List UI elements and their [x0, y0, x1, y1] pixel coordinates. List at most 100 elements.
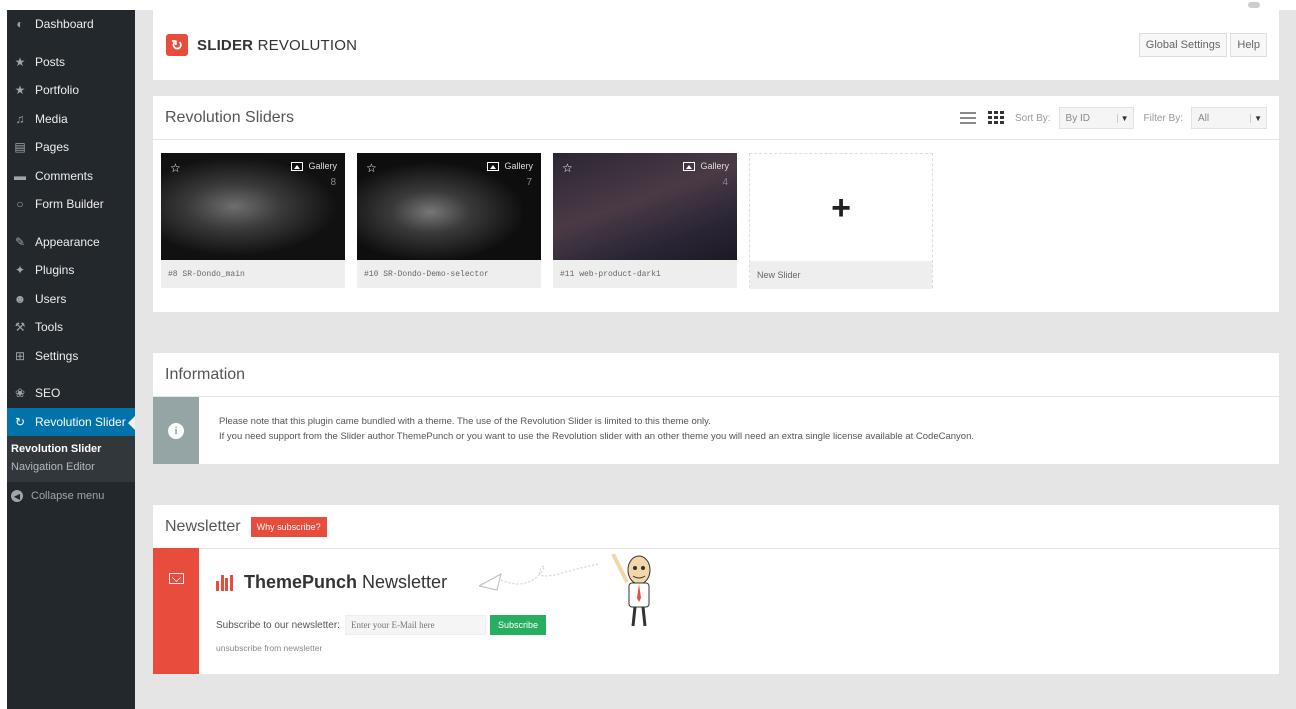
filter-by-value: All — [1198, 112, 1210, 124]
information-panel: Information i Please note that this plug… — [153, 353, 1279, 464]
why-subscribe-button[interactable]: Why subscribe? — [250, 516, 327, 537]
form-icon: ○ — [16, 197, 24, 212]
pin-icon: ★ — [14, 83, 26, 98]
slider-title: #10 SR-Dondo-Demo-selector — [364, 269, 489, 279]
gallery-type: Gallery — [487, 161, 533, 171]
sidebar-item-tools[interactable]: ⚒ Tools — [7, 313, 135, 342]
sidebar-item-plugins[interactable]: ✦ Plugins — [7, 256, 135, 285]
sidebar-item-label: Tools — [35, 320, 64, 335]
slider-card[interactable]: ☆ Gallery 7 #10 SR-Dondo-Demo-selector — [357, 153, 541, 288]
sidebar-item-seo[interactable]: ❀ SEO — [7, 379, 135, 408]
new-slider-label: New Slider — [750, 261, 932, 289]
slider-thumbnail: ☆ Gallery 8 — [161, 153, 345, 260]
sidebar-item-appearance[interactable]: ✎ Appearance — [7, 228, 135, 257]
subscribe-label: Subscribe to our newsletter: — [216, 619, 340, 631]
sidebar-item-label: Pages — [35, 140, 70, 155]
settings-icon: ⊞ — [14, 348, 26, 363]
mascot-illustration — [611, 554, 651, 627]
subscribe-button[interactable]: Subscribe — [489, 615, 546, 635]
sort-by-label: Sort By: — [1014, 112, 1051, 124]
list-view-icon[interactable] — [959, 110, 977, 126]
sidebar-item-portfolio[interactable]: ★ Portfolio — [7, 76, 135, 105]
slider-thumbnail: ☆ Gallery 4 — [553, 153, 737, 260]
sliders-toolbar: Sort By: By ID ▼ Filter By: All ▼ — [959, 107, 1267, 129]
plug-icon: ✦ — [14, 263, 26, 278]
collapse-icon: ◀ — [11, 490, 23, 502]
unsubscribe-link[interactable]: unsubscribe from newsletter — [216, 643, 1279, 653]
sidebar-item-label: Users — [35, 291, 67, 306]
refresh-icon: ↻ — [14, 414, 26, 429]
email-input[interactable] — [344, 615, 486, 635]
admin-sidebar: ◐ Dashboard ★ Posts ★ Portfolio ♫ Media ▤ Pages ▬ C… — [7, 10, 135, 709]
sort-by-select[interactable]: By ID ▼ — [1058, 107, 1134, 129]
sidebar-item-media[interactable]: ♫ Media — [7, 105, 135, 134]
sidebar-item-pages[interactable]: ▤ Pages — [7, 133, 135, 162]
sidebar-item-label: Settings — [35, 348, 79, 363]
users-icon: ☻ — [13, 291, 27, 306]
logo-text: SLIDER REVOLUTION — [197, 36, 358, 54]
info-line: Please note that this plugin came bundle… — [219, 416, 711, 427]
paper-plane-icon — [479, 563, 600, 591]
scroll-indicator — [1248, 2, 1260, 8]
sidebar-item-comments[interactable]: ▬ Comments — [7, 162, 135, 191]
sidebar-item-users[interactable]: ☻ Users — [7, 285, 135, 314]
pages-icon: ▤ — [14, 140, 26, 155]
sidebar-item-revolution-slider[interactable]: ↻ Revolution Slider — [7, 407, 135, 436]
sidebar-item-form-builder[interactable]: ○ Form Builder — [7, 190, 135, 219]
image-icon — [487, 161, 500, 171]
star-icon[interactable]: ☆ — [562, 161, 573, 175]
sidebar-item-settings[interactable]: ⊞ Settings — [7, 342, 135, 371]
filter-by-select[interactable]: All ▼ — [1191, 107, 1267, 129]
brush-icon: ✎ — [14, 234, 26, 249]
refresh-logo-icon: ↻ — [166, 34, 188, 56]
star-icon[interactable]: ☆ — [366, 161, 377, 175]
seo-icon: ❀ — [14, 386, 26, 401]
image-icon — [291, 161, 304, 171]
help-button[interactable]: Help — [1230, 33, 1267, 57]
submenu-item[interactable]: Revolution Slider — [7, 440, 135, 458]
sidebar-item-posts[interactable]: ★ Posts — [7, 48, 135, 77]
chevron-down-icon: ▼ — [1116, 113, 1129, 123]
panel-title: Newsletter — [165, 517, 241, 535]
slide-count: 8 — [330, 177, 336, 188]
gallery-type: Gallery — [291, 161, 337, 171]
info-icon: i — [168, 422, 184, 439]
filter-by-label: Filter By: — [1143, 112, 1183, 124]
info-sidebar: i — [153, 397, 199, 464]
new-slider-card[interactable]: + New Slider — [749, 153, 933, 289]
sidebar-item-label: Appearance — [35, 234, 100, 249]
sidebar-item-label: Dashboard — [35, 17, 94, 32]
wrench-icon: ⚒ — [14, 320, 26, 335]
sidebar-item-label: Portfolio — [35, 83, 80, 98]
slider-card[interactable]: ☆ Gallery 4 #11 web-product-dark1 — [553, 153, 737, 288]
sidebar-item-label: Comments — [35, 168, 94, 183]
sidebar-item-label: SEO — [35, 386, 61, 401]
dashboard-icon: ◐ — [16, 17, 24, 32]
global-settings-button[interactable]: Global Settings — [1138, 33, 1228, 57]
panel-title: Revolution Sliders — [165, 108, 294, 126]
chevron-down-icon: ▼ — [1250, 113, 1262, 123]
main-content: ↻ SLIDER REVOLUTION Global Settings Help… — [135, 2, 1296, 709]
sidebar-item-dashboard[interactable]: ◐ Dashboard — [7, 10, 135, 39]
slider-revolution-logo: ↻ SLIDER REVOLUTION — [166, 34, 357, 56]
slider-thumbnail: ☆ Gallery 7 — [357, 153, 541, 260]
info-line: If you need support from the Slider auth… — [219, 431, 974, 442]
plus-icon: + — [831, 188, 851, 227]
submenu-item[interactable]: Navigation Editor — [7, 458, 135, 476]
newsletter-sidebar — [153, 548, 199, 674]
slider-title: #8 SR-Dondo_main — [168, 269, 245, 279]
star-icon[interactable]: ☆ — [170, 161, 181, 175]
image-icon — [683, 161, 696, 171]
revolution-slider-submenu: Revolution Slider Navigation Editor — [7, 436, 135, 482]
grid-view-icon[interactable] — [987, 110, 1005, 126]
sidebar-item-label: Posts — [35, 54, 66, 69]
revolution-sliders-panel: Revolution Sliders Sort By: By ID ▼ Filte… — [153, 96, 1279, 312]
collapse-label: Collapse menu — [31, 490, 105, 502]
pin-icon: ★ — [14, 54, 26, 69]
slider-card[interactable]: ☆ Gallery 8 #8 SR-Dondo_main — [161, 153, 345, 288]
comments-icon: ▬ — [14, 168, 26, 183]
media-icon: ♫ — [15, 111, 25, 126]
sidebar-item-label: Media — [35, 111, 68, 126]
sort-by-value: By ID — [1065, 112, 1090, 124]
collapse-menu-button[interactable]: ◀ Collapse menu — [7, 482, 135, 510]
